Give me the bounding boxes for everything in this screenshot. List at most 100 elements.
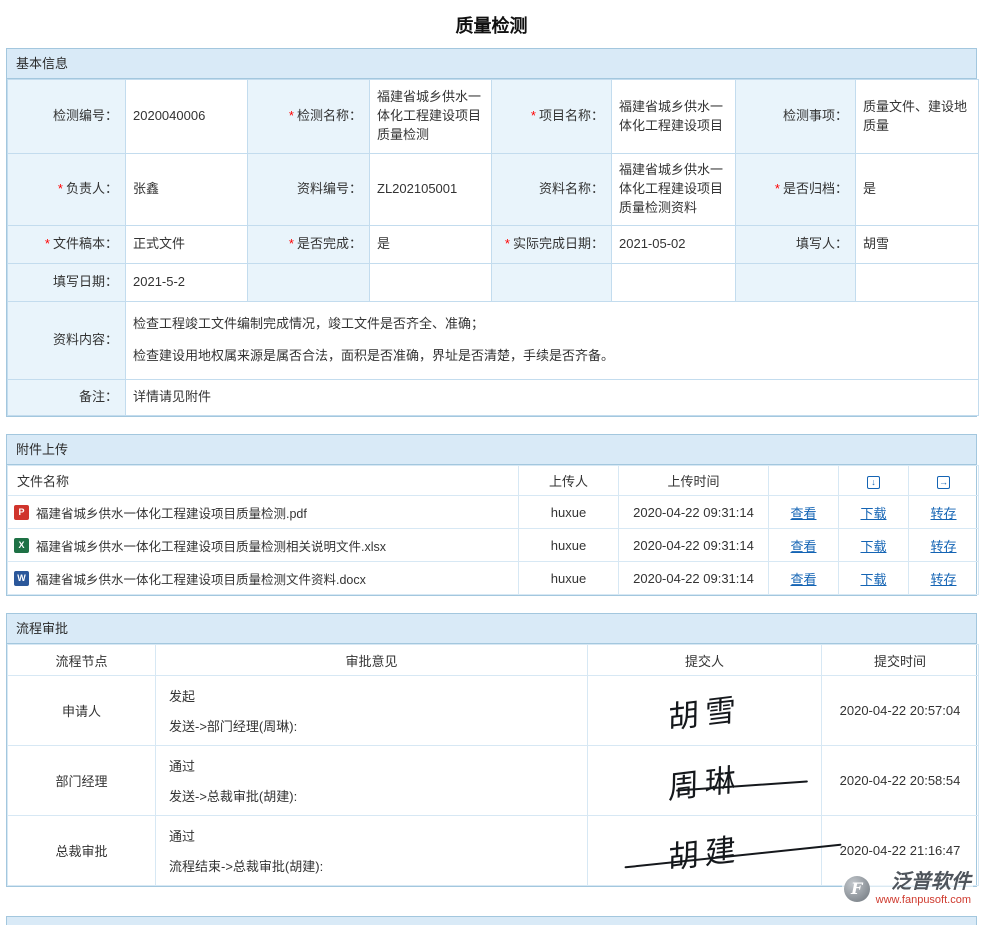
value-actual-finish-date: 2021-05-02 [612, 226, 736, 264]
value-empty [856, 264, 979, 302]
upload-time: 2020-04-22 09:31:14 [619, 529, 769, 562]
excel-file-icon: X [14, 538, 29, 553]
uploader: huxue [519, 496, 619, 529]
pdf-file-icon: P [14, 505, 29, 520]
value-empty [370, 264, 492, 302]
file-name: 福建省城乡供水一体化工程建设项目质量检测.pdf [36, 503, 307, 522]
column-header-uploader: 上传人 [519, 466, 619, 496]
transfer-link[interactable]: 转存 [930, 506, 956, 521]
label-text: 是否完成： [297, 236, 362, 251]
upload-time: 2020-04-22 09:31:14 [619, 496, 769, 529]
opinion-route: 流程结束->总裁审批(胡建): [169, 856, 581, 875]
uploader: huxue [519, 529, 619, 562]
label-inspection-name: *检测名称： [248, 80, 370, 154]
next-section-header-partial [6, 916, 977, 925]
column-header-upload-time: 上传时间 [619, 466, 769, 496]
view-link[interactable]: 查看 [790, 506, 816, 521]
transfer-link[interactable]: 转存 [930, 572, 956, 587]
download-link[interactable]: 下载 [860, 572, 886, 587]
value-archived: 是 [856, 154, 979, 226]
download-link[interactable]: 下载 [860, 539, 886, 554]
download-link[interactable]: 下载 [860, 506, 886, 521]
column-header-submit-time: 提交时间 [822, 645, 979, 676]
fanpu-logo-icon: F [844, 876, 870, 902]
brand-url: www.fanpusoft.com [876, 894, 971, 907]
value-inspection-code: 2020040006 [126, 80, 248, 154]
file-name: 福建省城乡供水一体化工程建设项目质量检测相关说明文件.xlsx [36, 536, 386, 555]
batch-transfer-icon[interactable]: → [937, 476, 950, 489]
view-link[interactable]: 查看 [790, 572, 816, 587]
label-empty [492, 264, 612, 302]
label-text: 备注： [79, 389, 118, 404]
label-writer: 填写人： [736, 226, 856, 264]
label-text: 检测名称： [297, 108, 362, 123]
label-remark: 备注： [8, 380, 126, 416]
required-star: * [775, 181, 780, 196]
flow-node: 申请人 [8, 676, 156, 746]
column-header-flow-node: 流程节点 [8, 645, 156, 676]
attachments-section: 附件上传 文件名称 上传人 上传时间 ↓ → P 福建省城乡供水一体化工程建设项… [6, 434, 977, 596]
label-text: 检测编号： [53, 108, 118, 123]
attachments-table: 文件名称 上传人 上传时间 ↓ → P 福建省城乡供水一体化工程建设项目质量检测… [7, 465, 979, 595]
uploader: huxue [519, 562, 619, 595]
label-inspection-matter: 检测事项： [736, 80, 856, 154]
opinion-action: 发起 [169, 686, 581, 705]
value-inspection-matter: 质量文件、建设地质量 [856, 80, 979, 154]
required-star: * [505, 236, 510, 251]
label-empty [736, 264, 856, 302]
fanpu-watermark: F 泛普软件 www.fanpusoft.com [842, 869, 973, 909]
approval-row: 总裁审批 通过 流程结束->总裁审批(胡建): 胡建 2020-04-22 21… [8, 816, 979, 886]
transfer-link[interactable]: 转存 [930, 539, 956, 554]
flow-node: 部门经理 [8, 746, 156, 816]
label-inspection-code: 检测编号： [8, 80, 126, 154]
value-empty [612, 264, 736, 302]
required-star: * [531, 108, 536, 123]
label-file-draft: *文件稿本： [8, 226, 126, 264]
value-writer: 胡雪 [856, 226, 979, 264]
label-empty [248, 264, 370, 302]
column-header-submitter: 提交人 [588, 645, 822, 676]
value-file-draft: 正式文件 [126, 226, 248, 264]
flow-node: 总裁审批 [8, 816, 156, 886]
label-text: 填写日期： [53, 274, 118, 289]
label-text: 负责人： [66, 181, 118, 196]
brand-name: 泛普软件 [891, 871, 971, 894]
basic-info-section-header: 基本信息 [7, 49, 976, 79]
label-actual-finish-date: *实际完成日期： [492, 226, 612, 264]
column-header-file-name: 文件名称 [8, 466, 519, 496]
value-document-content: 检查工程竣工文件编制完成情况，竣工文件是否齐全、准确； 检查建设用地权属来源是属… [126, 302, 979, 380]
label-document-content: 资料内容： [8, 302, 126, 380]
label-text: 资料内容： [53, 332, 118, 347]
value-document-name: 福建省城乡供水一体化工程建设项目质量检测资料 [612, 154, 736, 226]
attachment-row: W 福建省城乡供水一体化工程建设项目质量检测文件资料.docx huxue 20… [8, 562, 979, 595]
value-write-date: 2021-5-2 [126, 264, 248, 302]
label-text: 实际完成日期： [513, 236, 604, 251]
value-inspection-name: 福建省城乡供水一体化工程建设项目质量检测 [370, 80, 492, 154]
opinion-action: 通过 [169, 826, 581, 845]
signature-image: 胡建 [667, 823, 741, 877]
label-text: 资料编号： [297, 181, 362, 196]
value-document-code: ZL202105001 [370, 154, 492, 226]
page-title: 质量检测 [0, 0, 983, 48]
attachments-section-header: 附件上传 [7, 435, 976, 465]
signature-image: 胡雪 [667, 683, 741, 737]
submit-time: 2020-04-22 20:58:54 [822, 746, 979, 816]
view-link[interactable]: 查看 [790, 539, 816, 554]
label-text: 填写人： [796, 236, 848, 251]
batch-download-icon[interactable]: ↓ [867, 476, 880, 489]
file-name: 福建省城乡供水一体化工程建设项目质量检测文件资料.docx [36, 569, 366, 588]
approval-table: 流程节点 审批意见 提交人 提交时间 申请人 发起 发送->部门经理(周琳): … [7, 644, 979, 886]
signature-image: 周琳 [667, 753, 741, 807]
label-person-in-charge: *负责人： [8, 154, 126, 226]
label-project-name: *项目名称： [492, 80, 612, 154]
content-paragraph-2: 检查建设用地权属来源是属否合法，面积是否准确，界址是否清楚，手续是否齐备。 [133, 347, 971, 366]
attachment-row: X 福建省城乡供水一体化工程建设项目质量检测相关说明文件.xlsx huxue … [8, 529, 979, 562]
label-document-name: 资料名称： [492, 154, 612, 226]
label-text: 是否归档： [783, 181, 848, 196]
label-text: 资料名称： [539, 181, 604, 196]
label-text: 检测事项： [783, 108, 848, 123]
value-person-in-charge: 张鑫 [126, 154, 248, 226]
opinion-route: 发送->部门经理(周琳): [169, 716, 581, 735]
label-text: 项目名称： [539, 108, 604, 123]
label-archived: *是否归档： [736, 154, 856, 226]
